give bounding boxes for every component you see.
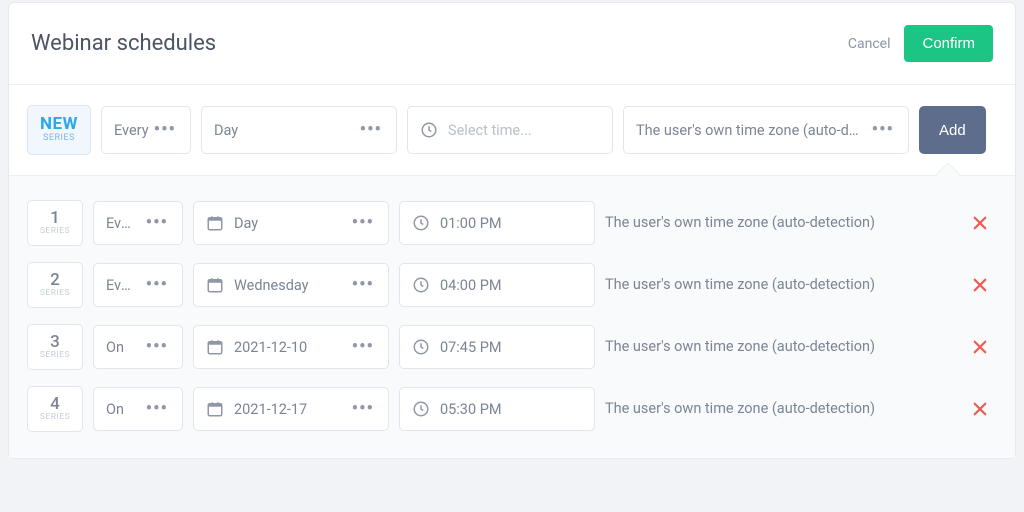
mode-select[interactable]: On xyxy=(93,325,183,369)
mode-select[interactable]: Every xyxy=(93,201,183,245)
series-index-badge: 4SERIES xyxy=(27,386,83,432)
day-select[interactable]: Day xyxy=(193,201,389,245)
series-index-badge: 3SERIES xyxy=(27,324,83,370)
delete-button[interactable] xyxy=(971,338,997,356)
mode-value: Every xyxy=(106,277,134,294)
day-value: Day xyxy=(234,215,340,232)
time-select[interactable]: 04:00 PM xyxy=(399,263,595,307)
series-caption: SERIES xyxy=(40,413,70,422)
more-icon[interactable] xyxy=(350,276,376,294)
series-number: 1 xyxy=(50,210,60,228)
series-row: 2SERIES Every Wednesday 04:00 PM The user's … xyxy=(27,254,997,316)
series-row: 1SERIES Every Day 01:00 PM The user's own ti… xyxy=(27,192,997,254)
day-select[interactable]: Wednesday xyxy=(193,263,389,307)
day-select[interactable]: 2021-12-17 xyxy=(193,387,389,431)
day-select[interactable]: 2021-12-10 xyxy=(193,325,389,369)
day-value: Wednesday xyxy=(234,277,340,294)
mode-value: On xyxy=(106,401,134,418)
series-number: 4 xyxy=(50,396,60,414)
time-value: 01:00 PM xyxy=(440,215,582,232)
series-caption: SERIES xyxy=(40,227,70,236)
mode-select[interactable]: Every xyxy=(93,263,183,307)
timezone-text: The user's own time zone (auto-detection… xyxy=(605,400,895,419)
new-series-badge: NEW SERIES xyxy=(27,105,91,155)
add-button[interactable]: Add xyxy=(919,106,986,154)
new-badge-top: NEW xyxy=(40,116,78,134)
confirm-button[interactable]: Confirm xyxy=(904,25,993,62)
more-icon[interactable] xyxy=(144,214,170,232)
timezone-value: The user's own time zone (auto-d… xyxy=(636,122,870,139)
calendar-icon xyxy=(206,400,224,418)
clock-icon xyxy=(412,400,430,418)
more-icon[interactable] xyxy=(144,400,170,418)
more-icon[interactable] xyxy=(144,338,170,356)
series-number: 3 xyxy=(50,334,60,352)
mode-value: Every xyxy=(106,215,134,232)
series-caption: SERIES xyxy=(40,289,70,298)
panel-header: Webinar schedules Cancel Confirm xyxy=(9,3,1015,85)
timezone-text: The user's own time zone (auto-detection… xyxy=(605,276,895,295)
clock-icon xyxy=(420,121,438,139)
clock-icon xyxy=(412,276,430,294)
header-actions: Cancel Confirm xyxy=(848,25,993,62)
clock-icon xyxy=(412,214,430,232)
day-value: 2021-12-10 xyxy=(234,339,340,356)
time-select[interactable]: 07:45 PM xyxy=(399,325,595,369)
page-title: Webinar schedules xyxy=(31,31,848,56)
delete-button[interactable] xyxy=(971,400,997,418)
time-value: 04:00 PM xyxy=(440,277,582,294)
more-icon[interactable] xyxy=(350,214,376,232)
calendar-icon xyxy=(206,214,224,232)
mode-value: On xyxy=(106,339,134,356)
mode-select[interactable]: On xyxy=(93,387,183,431)
timezone-text: The user's own time zone (auto-detection… xyxy=(605,214,895,233)
more-icon[interactable] xyxy=(144,276,170,294)
delete-button[interactable] xyxy=(971,276,997,294)
time-placeholder: Select time... xyxy=(448,122,600,139)
mode-select[interactable]: Every xyxy=(101,106,191,154)
calendar-icon xyxy=(206,276,224,294)
more-icon[interactable] xyxy=(358,121,384,139)
time-value: 05:30 PM xyxy=(440,401,582,418)
clock-icon xyxy=(412,338,430,356)
series-number: 2 xyxy=(50,272,60,290)
time-select[interactable]: 05:30 PM xyxy=(399,387,595,431)
series-caption: SERIES xyxy=(40,351,70,360)
day-select[interactable]: Day xyxy=(201,106,397,154)
timezone-text: The user's own time zone (auto-detection… xyxy=(605,338,895,357)
time-value: 07:45 PM xyxy=(440,339,582,356)
new-series-builder: NEW SERIES Every Day Select time... The … xyxy=(9,85,1015,176)
calendar-icon xyxy=(206,338,224,356)
delete-button[interactable] xyxy=(971,214,997,232)
series-list: 1SERIESEveryDay01:00 PMThe user's own ti… xyxy=(9,176,1015,458)
time-select[interactable]: 01:00 PM xyxy=(399,201,595,245)
more-icon[interactable] xyxy=(870,121,896,139)
schedules-panel: Webinar schedules Cancel Confirm NEW SER… xyxy=(8,2,1016,459)
timezone-select[interactable]: The user's own time zone (auto-d… xyxy=(623,106,909,154)
more-icon[interactable] xyxy=(152,121,178,139)
series-index-badge: 2SERIES xyxy=(27,262,83,308)
time-select[interactable]: Select time... xyxy=(407,106,613,154)
series-index-badge: 1SERIES xyxy=(27,200,83,246)
mode-value: Every xyxy=(114,122,152,139)
new-badge-bottom: SERIES xyxy=(43,134,75,143)
series-row: 4SERIES On 2021-12-17 05:30 PM The user's ow… xyxy=(27,378,997,440)
cancel-button[interactable]: Cancel xyxy=(848,36,891,52)
series-row: 3SERIES On 2021-12-10 07:45 PM The user's ow… xyxy=(27,316,997,378)
more-icon[interactable] xyxy=(350,338,376,356)
more-icon[interactable] xyxy=(350,400,376,418)
day-value: Day xyxy=(214,122,358,139)
day-value: 2021-12-17 xyxy=(234,401,340,418)
